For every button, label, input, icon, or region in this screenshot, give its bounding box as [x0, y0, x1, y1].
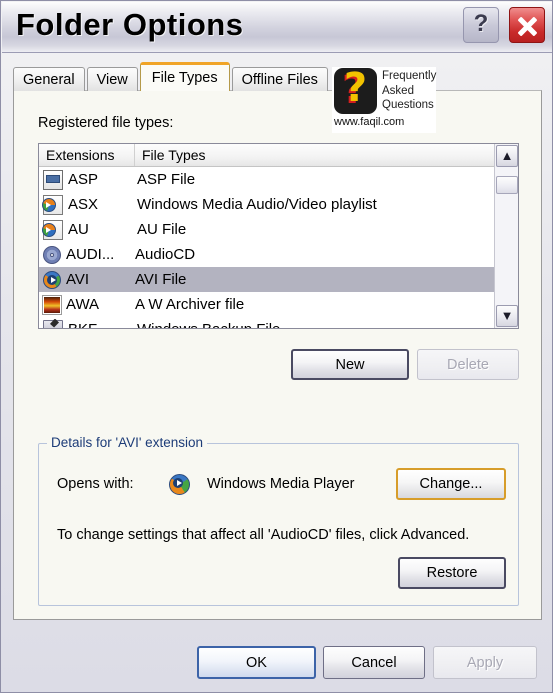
row-file-type: A W Archiver file [135, 296, 245, 313]
faq-logo-icon: ? [334, 65, 377, 114]
scroll-up-button[interactable]: ▲ [496, 145, 518, 167]
opens-with-value: Windows Media Player [207, 476, 355, 492]
row-extension: AUDI... [66, 246, 115, 263]
table-row-selected[interactable]: AVI AVI File [39, 267, 518, 292]
ok-button[interactable]: OK [197, 646, 316, 679]
title-bar: Folder Options ? [2, 2, 552, 53]
question-mark-glyph: ? [343, 65, 368, 111]
folder-options-dialog: Folder Options ? General View File Types… [0, 0, 553, 693]
details-group-box: Details for 'AVI' extension Opens with: … [38, 435, 519, 606]
scroll-down-button[interactable]: ▼ [496, 305, 518, 327]
registered-file-types-label: Registered file types: [38, 115, 174, 131]
faq-line-3: Questions [382, 99, 434, 111]
faq-watermark: ? Frequently Asked Questions www.faqil.c… [332, 65, 436, 133]
tab-general[interactable]: General [13, 67, 85, 91]
column-header-file-types[interactable]: File Types [135, 144, 499, 166]
tab-label: View [96, 71, 128, 88]
cancel-button[interactable]: Cancel [323, 646, 425, 679]
tab-view[interactable]: View [86, 67, 138, 91]
table-row[interactable]: ASP ASP File [39, 167, 518, 192]
photo-archive-icon [42, 294, 62, 315]
windows-media-player-icon [43, 270, 61, 289]
tab-offline-files[interactable]: Offline Files [231, 67, 328, 91]
chevron-down-icon: ▼ [500, 308, 514, 323]
question-mark-icon: ? [473, 10, 489, 37]
row-extension: AWA [66, 296, 100, 313]
file-types-list[interactable]: Extensions File Types ASP ASP File ASX W… [38, 143, 519, 329]
tab-strip: General View File Types Offline Files [13, 62, 330, 91]
opens-with-label: Opens with: [57, 476, 134, 492]
table-row[interactable]: BKF Windows Backup File [39, 317, 518, 328]
row-extension: ASX [68, 196, 99, 213]
table-row[interactable]: AWA A W Archiver file [39, 292, 518, 317]
media-playlist-icon [42, 194, 63, 215]
row-file-type: AudioCD [135, 246, 196, 263]
advanced-note: To change settings that affect all 'Audi… [57, 527, 470, 543]
file-types-panel: Registered file types: Extensions File T… [13, 90, 542, 620]
restore-button[interactable]: Restore [398, 557, 506, 589]
row-file-type: Windows Backup File [137, 321, 280, 328]
tab-label: General [23, 71, 75, 88]
windows-media-player-icon [169, 474, 190, 495]
help-button[interactable]: ? [463, 7, 499, 43]
row-file-type: AVI File [135, 271, 187, 288]
chevron-up-icon: ▲ [500, 148, 514, 163]
apply-button: Apply [433, 646, 537, 679]
table-row[interactable]: AUDI... AudioCD [39, 242, 518, 267]
media-playlist-icon [42, 219, 63, 240]
faq-text: Frequently Asked Questions [382, 69, 436, 113]
row-extension: ASP [68, 171, 99, 188]
row-extension: BKF [68, 321, 137, 328]
row-extension: AU [68, 221, 89, 238]
table-row[interactable]: ASX Windows Media Audio/Video playlist [39, 192, 518, 217]
table-row[interactable]: AU AU File [39, 217, 518, 242]
tab-file-types[interactable]: File Types [139, 62, 230, 91]
row-extension: AVI [66, 271, 90, 288]
column-header-extensions[interactable]: Extensions [39, 144, 135, 166]
list-vertical-scrollbar[interactable]: ▲ ▼ [494, 144, 518, 328]
scrollbar-thumb[interactable] [496, 176, 518, 194]
faq-line-1: Frequently [382, 70, 437, 82]
details-legend: Details for 'AVI' extension [47, 435, 207, 450]
faq-url: www.faqil.com [334, 116, 405, 128]
row-file-type: Windows Media Audio/Video playlist [137, 196, 377, 213]
list-header: Extensions File Types [39, 144, 518, 167]
list-rows: ASP ASP File ASX Windows Media Audio/Vid… [39, 167, 518, 328]
tab-label: File Types [151, 70, 218, 86]
row-file-type: AU File [137, 221, 187, 238]
delete-button: Delete [417, 349, 519, 380]
new-button[interactable]: New [291, 349, 409, 380]
close-button[interactable] [509, 7, 545, 43]
asp-page-icon [43, 169, 63, 190]
window-title: Folder Options [16, 7, 244, 42]
row-file-type: ASP File [137, 171, 196, 188]
backup-file-icon [43, 319, 63, 328]
change-button[interactable]: Change... [396, 468, 506, 500]
audio-cd-icon [43, 245, 61, 264]
tab-label: Offline Files [241, 71, 318, 88]
faq-line-2: Asked [382, 84, 414, 97]
